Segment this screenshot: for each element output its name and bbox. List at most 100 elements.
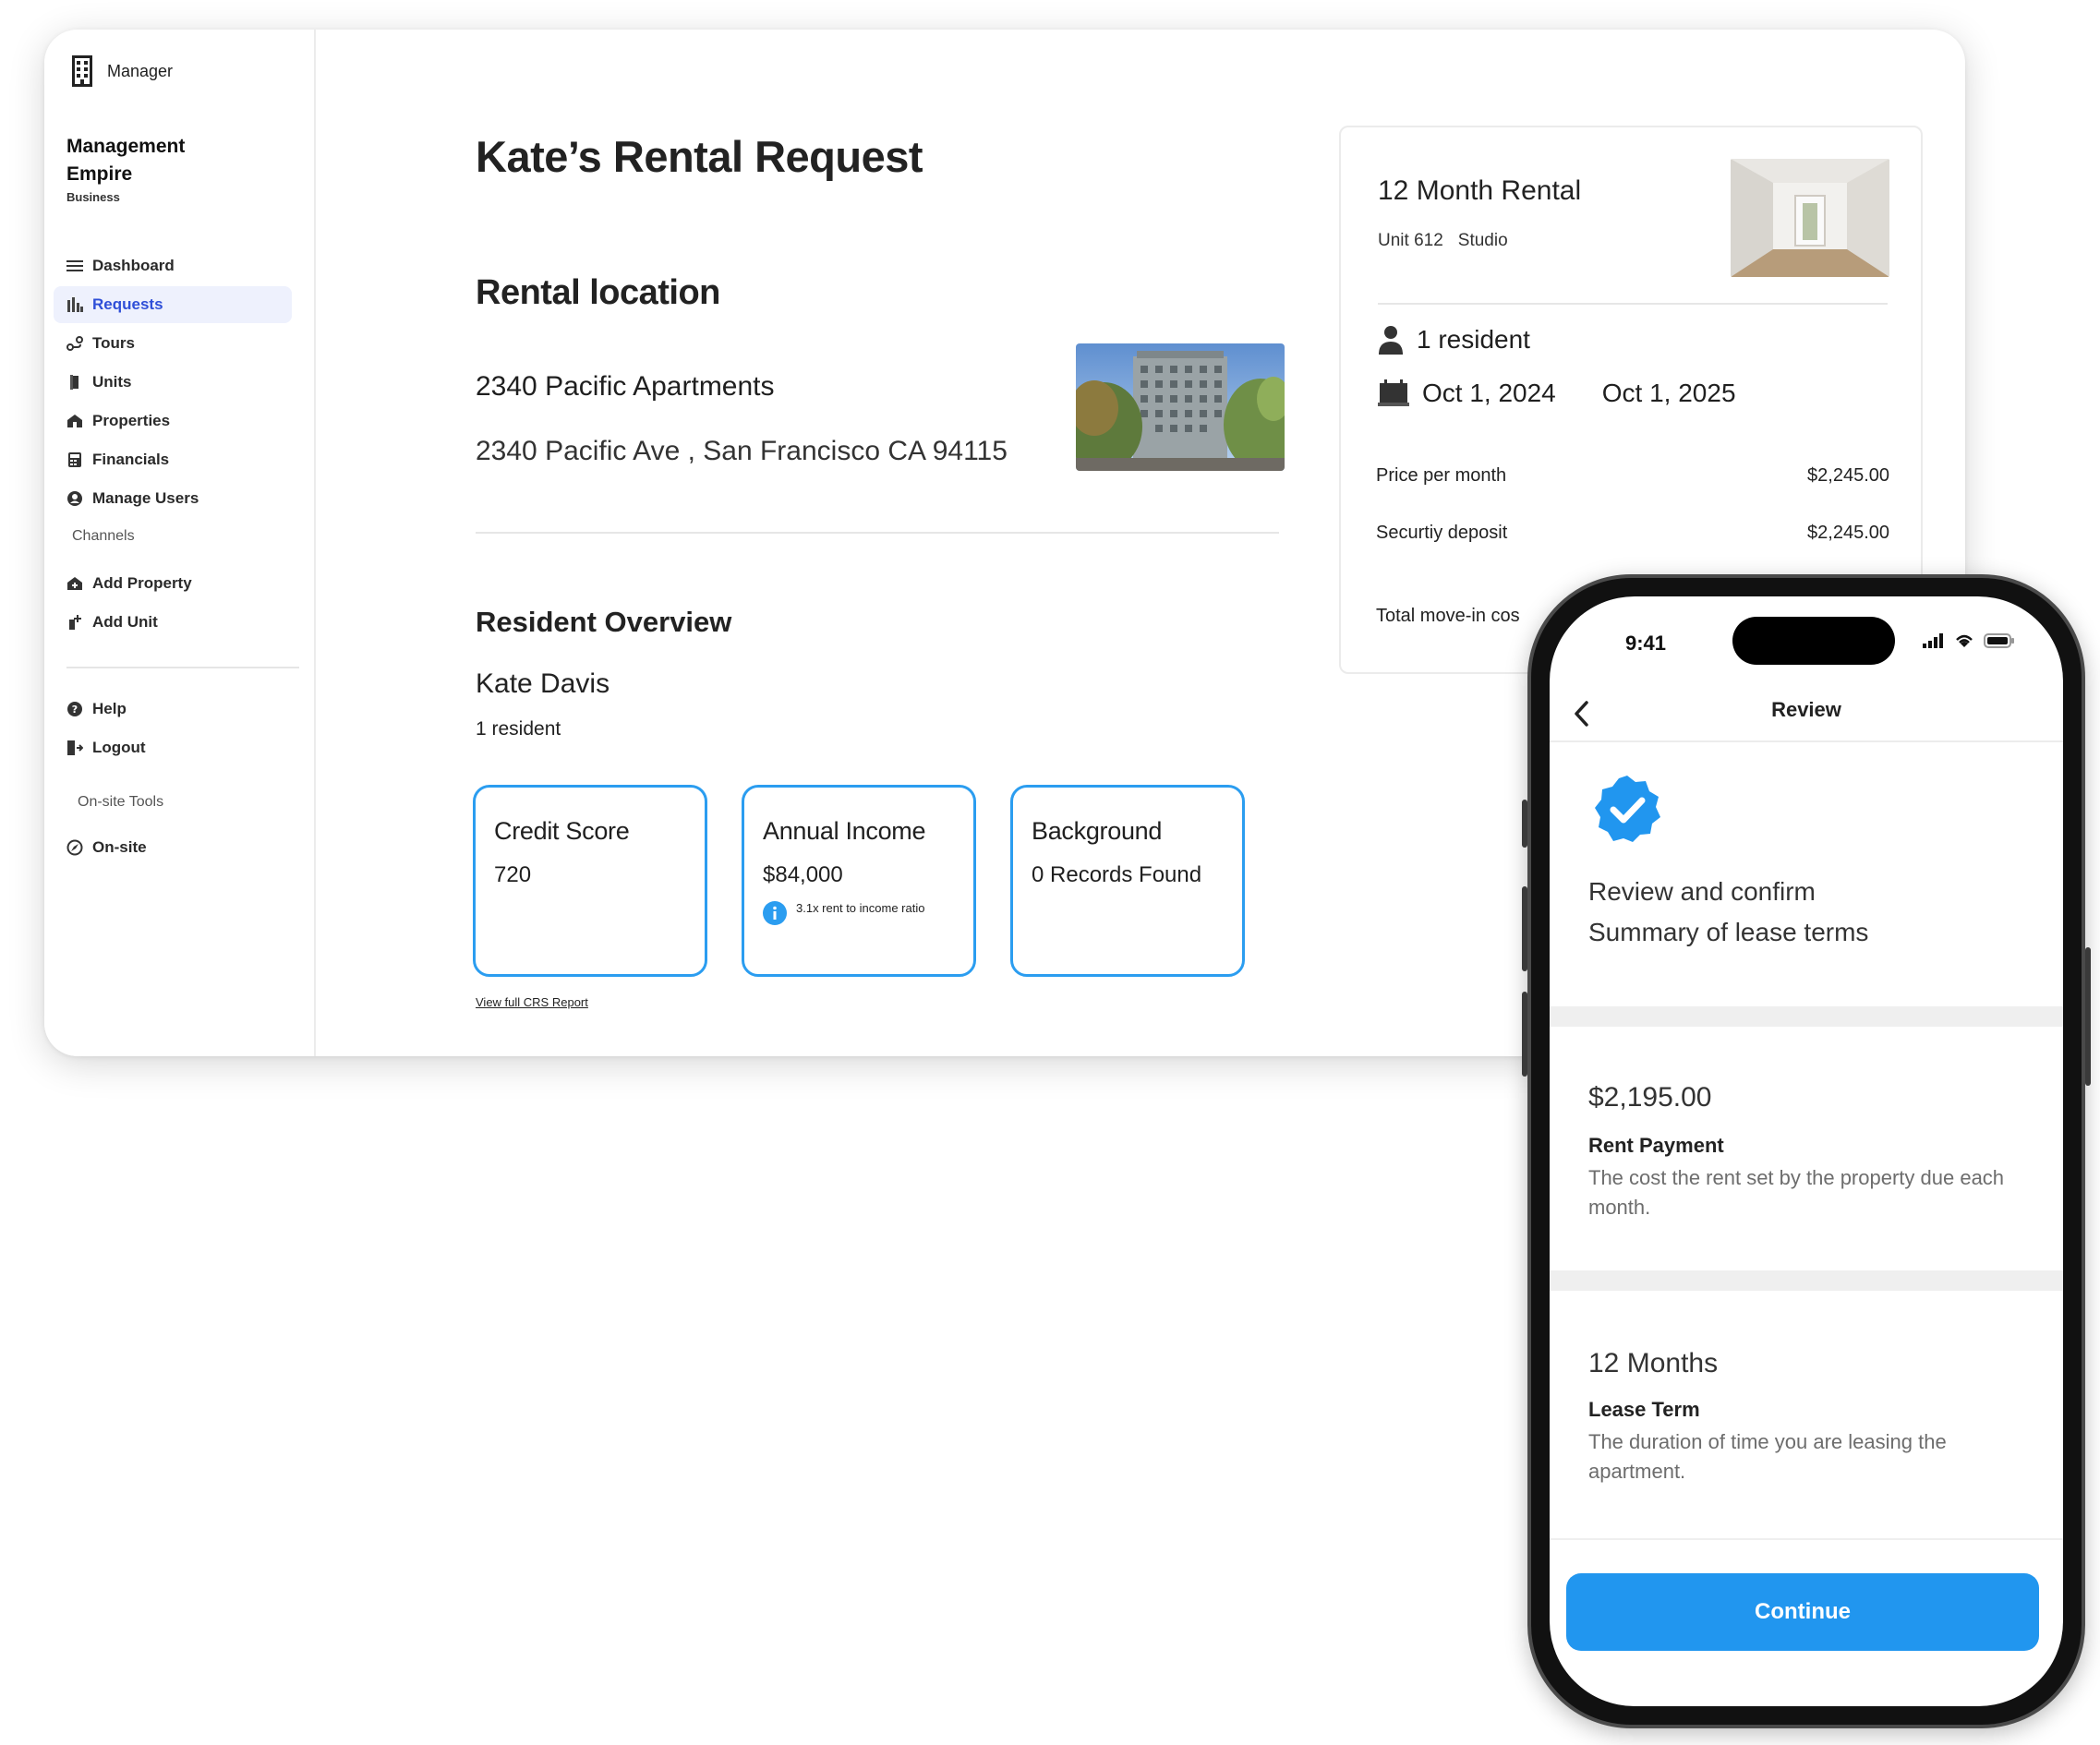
unit-type: Studio bbox=[1457, 231, 1508, 250]
continue-button[interactable]: Continue bbox=[1566, 1573, 2039, 1651]
mute-switch bbox=[1522, 800, 1527, 848]
battery-icon bbox=[1984, 633, 2014, 648]
income-ratio-note: 3.1x rent to income ratio bbox=[763, 899, 955, 925]
sidebar-item-on-site[interactable]: On-site bbox=[54, 829, 292, 866]
logout-icon bbox=[67, 740, 83, 755]
wifi-icon bbox=[1956, 634, 1973, 647]
sidebar-item-label: Add Unit bbox=[92, 613, 158, 631]
calculator-icon bbox=[68, 452, 81, 467]
phone-nav-title: Review bbox=[1771, 698, 1841, 721]
rental-location-heading: Rental location bbox=[476, 273, 720, 312]
phone-mockup: 9:41 Review Review and confirm Summary o… bbox=[1522, 574, 2091, 1728]
sidebar-item-label: Logout bbox=[92, 739, 146, 756]
card-title: Annual Income bbox=[763, 817, 926, 845]
price-per-month-row: Price per month $2,245.00 bbox=[1376, 465, 1889, 487]
view-crs-report-link[interactable]: View full CRS Report bbox=[476, 995, 588, 1009]
intro-line-1: Review and confirm bbox=[1588, 877, 1816, 906]
company-block: Management Empire Business bbox=[66, 133, 233, 204]
add-home-icon bbox=[67, 577, 82, 590]
sidebar-item-label: Units bbox=[92, 373, 132, 391]
info-icon[interactable] bbox=[763, 901, 787, 925]
building-icon bbox=[72, 55, 92, 87]
lease-end-date: Oct 1, 2025 bbox=[1601, 379, 1736, 407]
compass-icon bbox=[66, 839, 83, 856]
section-separator bbox=[1550, 1270, 2063, 1291]
section-separator bbox=[1550, 1006, 2063, 1027]
security-deposit-row: Securtiy deposit $2,245.00 bbox=[1376, 523, 1889, 544]
brand-label: Manager bbox=[107, 61, 174, 80]
on-site-tools-label: On-site Tools bbox=[78, 794, 164, 810]
sidebar-item-requests[interactable]: Requests bbox=[54, 286, 292, 323]
sidebar-item-units[interactable]: Units bbox=[54, 364, 292, 401]
volume-down-button bbox=[1522, 992, 1527, 1077]
sidebar-divider bbox=[66, 667, 299, 668]
phone-nav-bar: Review bbox=[1550, 689, 2063, 742]
sidebar-item-dashboard[interactable]: Dashboard bbox=[54, 247, 292, 284]
rent-payment-description: The cost the rent set by the property du… bbox=[1588, 1166, 2005, 1219]
sidebar-item-logout[interactable]: Logout bbox=[54, 729, 292, 766]
summary-divider bbox=[1378, 303, 1888, 305]
resident-count: 1 resident bbox=[1417, 325, 1530, 354]
rental-term-title: 12 Month Rental bbox=[1378, 175, 1582, 206]
sidebar-item-help[interactable]: ? Help bbox=[54, 691, 292, 728]
volume-up-button bbox=[1522, 886, 1527, 971]
card-title: Credit Score bbox=[494, 817, 630, 845]
deposit-label: Securtiy deposit bbox=[1376, 523, 1508, 543]
apartment-name: 2340 Pacific Apartments bbox=[476, 371, 775, 402]
price-label: Price per month bbox=[1376, 465, 1507, 486]
dynamic-island bbox=[1732, 617, 1895, 665]
user-circle-icon bbox=[67, 491, 82, 506]
card-value: 720 bbox=[494, 862, 532, 887]
card-value: 0 Records Found bbox=[1032, 862, 1202, 887]
deposit-value: $2,245.00 bbox=[1807, 523, 1889, 543]
credit-score-card[interactable]: Credit Score 720 bbox=[473, 785, 707, 977]
footer-divider bbox=[1550, 1538, 2063, 1540]
add-unit-icon bbox=[69, 615, 81, 630]
sidebar-item-financials[interactable]: Financials bbox=[54, 441, 292, 478]
section-divider bbox=[476, 532, 1279, 534]
sidebar-item-add-unit[interactable]: Add Unit bbox=[54, 604, 292, 641]
company-name: Management Empire bbox=[66, 136, 186, 185]
price-value: $2,245.00 bbox=[1807, 465, 1889, 486]
income-ratio-text: 3.1x rent to income ratio bbox=[796, 901, 925, 915]
resident-row: 1 resident bbox=[1378, 325, 1530, 355]
resident-name: Kate Davis bbox=[476, 668, 610, 699]
card-value: $84,000 bbox=[763, 862, 843, 887]
company-type: Business bbox=[66, 190, 120, 204]
sidebar-item-label: Dashboard bbox=[92, 257, 175, 274]
page-title: Kate’s Rental Request bbox=[476, 132, 923, 181]
annual-income-card[interactable]: Annual Income $84,000 3.1x rent to incom… bbox=[742, 785, 976, 977]
total-label: Total move-in cos bbox=[1376, 606, 1520, 626]
brand[interactable]: Manager bbox=[72, 55, 173, 87]
help-icon: ? bbox=[67, 702, 82, 716]
sidebar-item-label: Financials bbox=[92, 451, 170, 468]
unit-photo bbox=[1731, 159, 1889, 277]
sidebar-item-label: Properties bbox=[92, 412, 171, 429]
svg-text:?: ? bbox=[72, 704, 78, 716]
sidebar-item-label: Manage Users bbox=[92, 489, 199, 507]
apartment-photo bbox=[1076, 343, 1285, 471]
sidebar-item-label: Help bbox=[92, 700, 127, 717]
menu-icon bbox=[66, 260, 83, 271]
person-icon bbox=[1379, 326, 1403, 355]
rent-amount: $2,195.00 bbox=[1588, 1082, 1712, 1113]
unit-info: Unit 612 Studio bbox=[1378, 231, 1508, 251]
home-icon bbox=[67, 415, 82, 427]
sidebar-item-label: Tours bbox=[92, 334, 135, 352]
resident-count: 1 resident bbox=[476, 718, 561, 740]
apartment-address: 2340 Pacific Ave , San Francisco CA 9411… bbox=[476, 436, 1008, 466]
sidebar-item-add-property[interactable]: Add Property bbox=[54, 565, 292, 602]
power-button bbox=[2085, 947, 2091, 1086]
background-card[interactable]: Background 0 Records Found bbox=[1010, 785, 1245, 977]
resident-overview-heading: Resident Overview bbox=[476, 606, 732, 638]
sidebar-item-properties[interactable]: Properties bbox=[54, 403, 292, 439]
lease-dates-row: Oct 1, 2024 Oct 1, 2025 bbox=[1378, 379, 1736, 408]
unit-number: Unit 612 bbox=[1378, 231, 1443, 250]
intro-line-2: Summary of lease terms bbox=[1588, 918, 1869, 946]
sidebar-item-tours[interactable]: Tours bbox=[54, 325, 292, 362]
lease-term-value: 12 Months bbox=[1588, 1348, 1719, 1378]
sidebar-item-manage-users[interactable]: Manage Users bbox=[54, 480, 292, 517]
sidebar-item-label: On-site bbox=[92, 838, 147, 856]
channels-label: Channels bbox=[72, 528, 135, 544]
rent-payment-label: Rent Payment bbox=[1588, 1134, 1724, 1157]
